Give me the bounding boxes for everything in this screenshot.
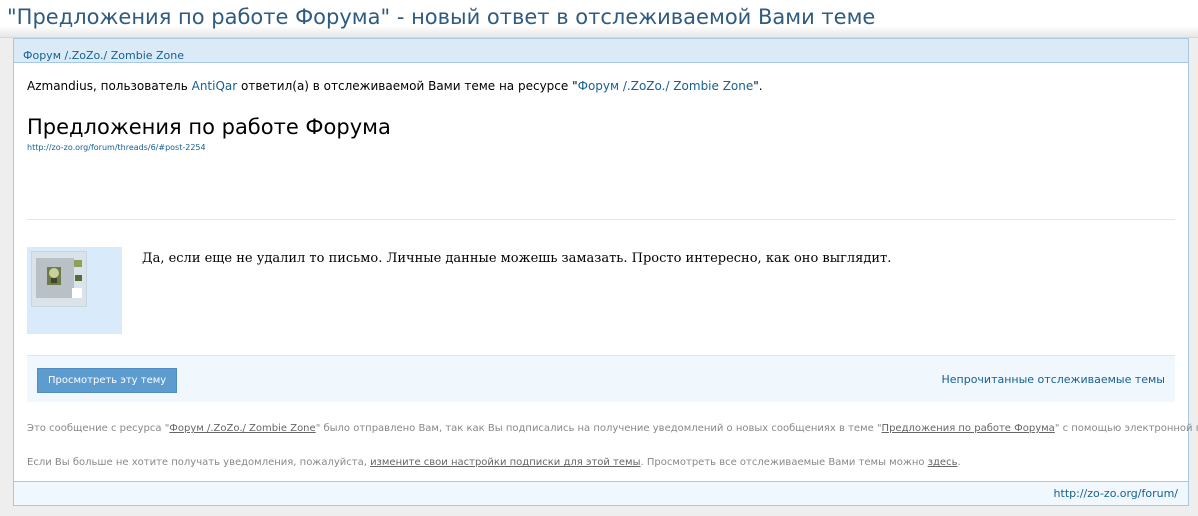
footer-line-2: Если Вы больше не хотите получать уведом… (27, 457, 961, 468)
board-link[interactable]: Форум /.ZoZo./ Zombie Zone (578, 79, 754, 93)
recipient-name: Azmandius (27, 79, 93, 93)
footer-text-2c: . (957, 457, 961, 468)
footer-board-link[interactable]: Форум /.ZoZo./ Zombie Zone (169, 423, 315, 434)
watched-threads-link[interactable]: здесь (928, 457, 958, 468)
avatar-thumbnail-icon (32, 252, 86, 306)
view-thread-button[interactable]: Просмотреть эту тему (37, 368, 178, 393)
card-header: Форум /.ZoZo./ Zombie Zone (14, 39, 1188, 63)
unread-watched-link[interactable]: Непрочитанные отслеживаемые темы (941, 373, 1165, 386)
divider (27, 219, 1175, 220)
email-subject: "Предложения по работе Форума" - новый о… (7, 5, 876, 29)
site-url-link[interactable]: http://zo-zo.org/forum/ (1054, 487, 1178, 500)
footer-text-1c: " с помощью электронной почты. (1054, 423, 1198, 434)
footer-thread-link[interactable]: Предложения по работе Форума (882, 423, 1055, 434)
thread-title: Предложения по работе Форума (27, 115, 391, 139)
footer-text-1b: " было отправлено Вам, так как Вы подпис… (315, 423, 882, 434)
avatar (27, 247, 122, 334)
avatar-image (31, 251, 87, 307)
action-bar: Просмотреть эту тему Непрочитанные отсле… (27, 355, 1175, 402)
subscription-settings-link[interactable]: измените свои настройки подписки для это… (370, 457, 640, 468)
intro-part-3: ". (753, 79, 763, 93)
board-title-link[interactable]: Форум /.ZoZo./ Zombie Zone (23, 49, 184, 62)
notification-card: Форум /.ZoZo./ Zombie Zone Azmandius, по… (13, 38, 1198, 506)
intro-text: Azmandius, пользователь AntiQar ответил(… (27, 79, 763, 93)
post-message: Да, если еще не удалил то письмо. Личные… (142, 251, 892, 266)
thread-url-link[interactable]: http://zo-zo.org/forum/threads/6/#post-2… (27, 143, 206, 152)
footer-text-1a: Это сообщение с ресурса " (27, 423, 170, 434)
bottom-bar: http://zo-zo.org/forum/ (14, 481, 1188, 505)
intro-part-1: , пользователь (92, 79, 192, 93)
footer-line-1: Это сообщение с ресурса "Форум /.ZoZo./ … (27, 423, 1198, 434)
intro-part-2: ответил(а) в отслеживаемой Вами теме на … (237, 79, 578, 93)
footer-text-2b: . Просмотреть все отслеживаемые Вами тем… (640, 457, 928, 468)
user-link[interactable]: AntiQar (192, 79, 238, 93)
footer-text-2a: Если Вы больше не хотите получать уведом… (27, 457, 371, 468)
